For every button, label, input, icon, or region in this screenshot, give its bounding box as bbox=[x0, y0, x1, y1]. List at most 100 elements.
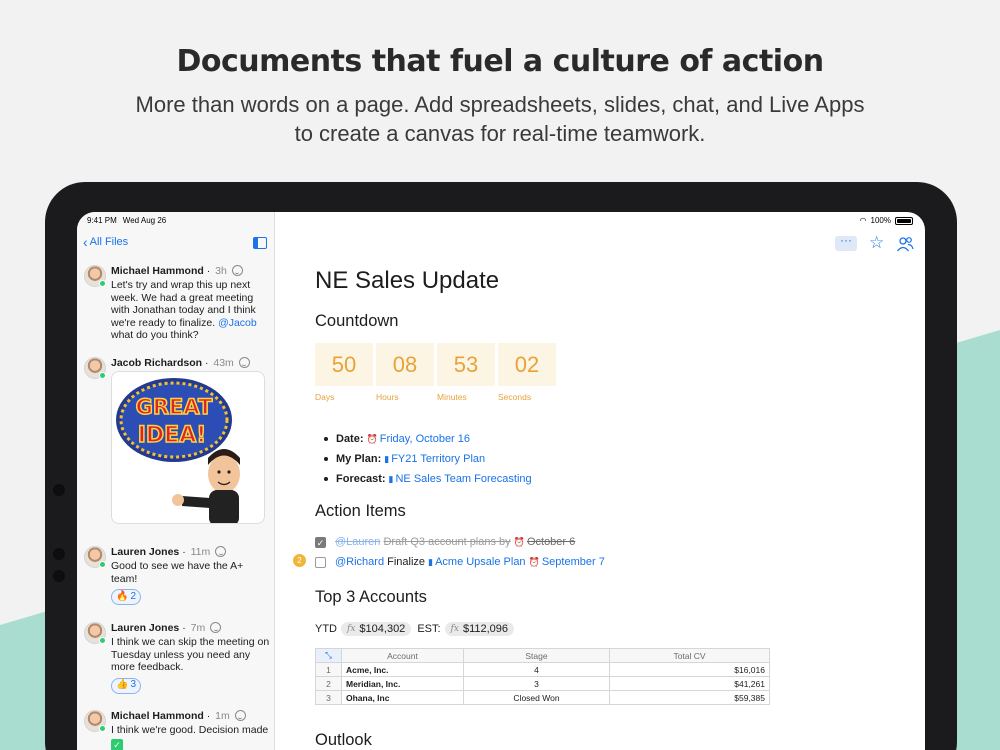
countdown-value: 02 bbox=[498, 343, 556, 386]
table-cell[interactable]: $16,016 bbox=[609, 662, 770, 677]
column-header[interactable]: Stage bbox=[463, 648, 610, 663]
reaction-count: 3 bbox=[130, 679, 137, 691]
app-screen: 9:41 PM Wed Aug 26 ‹ All Files Michael Ha… bbox=[77, 212, 925, 750]
share-people-icon[interactable] bbox=[896, 236, 914, 252]
add-reaction-icon[interactable] bbox=[210, 622, 222, 633]
calendar-icon: ⏰ bbox=[513, 536, 525, 547]
avatar[interactable] bbox=[84, 357, 106, 379]
battery-icon bbox=[895, 216, 913, 225]
mention-link[interactable]: @Lauren bbox=[335, 536, 380, 548]
message-time: 1m bbox=[215, 710, 230, 722]
row-number[interactable]: 1 bbox=[315, 662, 342, 677]
action-text: Draft Q3 account plans by bbox=[383, 536, 511, 548]
row-number[interactable]: 2 bbox=[315, 676, 342, 691]
table-cell[interactable]: $41,261 bbox=[609, 676, 770, 691]
est-label: EST: bbox=[417, 623, 441, 635]
checklist-item: ✓ @Lauren Draft Q3 account plans by ⏰ Oct… bbox=[315, 536, 575, 548]
status-bar-right: ◠ 100% bbox=[860, 216, 913, 225]
message-text: I think we're good. Decision made ✓ bbox=[111, 724, 271, 750]
table-row: 1 Acme, Inc. 4 $16,016 bbox=[315, 662, 770, 677]
countdown-hours: 08 Hours bbox=[376, 343, 434, 402]
ytd-label: YTD bbox=[315, 623, 337, 635]
row-number[interactable]: 3 bbox=[315, 690, 342, 705]
expand-icon[interactable]: ⤡ bbox=[315, 648, 342, 663]
reaction-pill[interactable]: 👍 3 bbox=[111, 677, 142, 694]
bullet-label: My Plan: bbox=[336, 453, 382, 465]
ytd-row: YTD fx $104,302 EST: fx $112,096 bbox=[315, 622, 520, 636]
comment-count-badge[interactable]: 2 bbox=[293, 554, 306, 567]
message-time: 3h bbox=[215, 265, 227, 277]
message-text: Let's try and wrap this up next week. We… bbox=[111, 279, 271, 342]
plan-link[interactable]: FY21 Territory Plan bbox=[391, 449, 485, 469]
countdown-value: 08 bbox=[376, 343, 434, 386]
formula-pill[interactable]: fx $104,302 bbox=[341, 622, 412, 636]
reaction-pill[interactable]: 🔥 2 bbox=[111, 589, 142, 605]
sidebar-toggle-icon[interactable] bbox=[253, 237, 267, 249]
sticker-text-great: GREAT bbox=[136, 395, 213, 419]
chat-message: Jacob Richardson · 43m GREAT IDEA! bbox=[77, 357, 275, 532]
mention-link[interactable]: @Richard bbox=[335, 556, 384, 568]
checkbox-unchecked[interactable] bbox=[315, 556, 326, 568]
table-cell[interactable]: 4 bbox=[463, 662, 610, 677]
mention-link[interactable]: @Jacob bbox=[218, 317, 257, 329]
table-header-row: ⤡ Account Stage Total CV bbox=[315, 648, 770, 663]
countdown-value: 50 bbox=[315, 343, 373, 386]
table-cell[interactable]: 3 bbox=[463, 676, 610, 691]
countdown-seconds: 02 Seconds bbox=[498, 343, 556, 402]
marketing-subhead: More than words on a page. Add spreadshe… bbox=[135, 92, 865, 146]
check-mark-icon: ✓ bbox=[111, 738, 123, 750]
add-reaction-icon[interactable] bbox=[231, 265, 243, 276]
status-bar-left: 9:41 PM Wed Aug 26 bbox=[87, 216, 166, 225]
document-icon: ▮ bbox=[388, 474, 394, 484]
table-cell[interactable]: Meridian, Inc. bbox=[341, 676, 464, 691]
avatar[interactable] bbox=[84, 710, 106, 732]
chat-message: Michael Hammond · 3h Let's try and wrap … bbox=[77, 265, 275, 345]
table-cell[interactable]: Closed Won bbox=[463, 690, 610, 705]
sticker-image[interactable]: GREAT IDEA! bbox=[111, 371, 265, 524]
message-text: I think we can skip the meeting on Tuesd… bbox=[111, 636, 271, 694]
list-item: Date: ⏰ Friday, October 16 bbox=[324, 429, 532, 449]
online-indicator bbox=[99, 280, 106, 287]
more-options-button[interactable]: ··· bbox=[835, 234, 857, 251]
message-time: 43m bbox=[213, 357, 234, 369]
avatar[interactable] bbox=[84, 622, 106, 644]
status-time: 9:41 PM bbox=[87, 216, 117, 225]
countdown-live-app[interactable]: 50 Days 08 Hours 53 Minutes 02 Seconds bbox=[315, 343, 556, 402]
online-indicator bbox=[99, 725, 106, 732]
star-icon[interactable]: ☆ bbox=[869, 234, 884, 252]
table-cell[interactable]: $59,385 bbox=[609, 690, 770, 705]
table-cell[interactable]: Acme, Inc. bbox=[341, 662, 464, 677]
all-files-back-button[interactable]: ‹ All Files bbox=[83, 235, 128, 249]
formula-pill[interactable]: fx $112,096 bbox=[444, 622, 515, 636]
countdown-label: Seconds bbox=[498, 392, 532, 402]
message-time: 7m bbox=[190, 622, 206, 634]
thumbs-up-icon: 👍 bbox=[116, 679, 129, 691]
avatar[interactable] bbox=[84, 265, 106, 287]
forecast-link[interactable]: NE Sales Team Forecasting bbox=[395, 469, 531, 489]
chat-sidebar: 9:41 PM Wed Aug 26 ‹ All Files Michael Ha… bbox=[77, 212, 275, 750]
due-date[interactable]: October 6 bbox=[527, 536, 575, 548]
table-cell[interactable]: Ohana, Inc bbox=[341, 690, 464, 705]
message-body: I think we can skip the meeting on Tuesd… bbox=[111, 636, 270, 673]
document-icon: ▮ bbox=[384, 454, 390, 464]
add-reaction-icon[interactable] bbox=[215, 546, 227, 557]
document-title[interactable]: NE Sales Update bbox=[315, 267, 499, 295]
document-pane: ◠ 100% ··· ☆ NE Sales Update Countdown 5… bbox=[276, 212, 925, 750]
add-reaction-icon[interactable] bbox=[238, 357, 250, 368]
formula-icon: fx bbox=[347, 624, 356, 634]
column-header[interactable]: Account bbox=[341, 648, 464, 663]
add-reaction-icon[interactable] bbox=[234, 710, 246, 721]
avatar[interactable] bbox=[84, 546, 106, 568]
due-date[interactable]: September 7 bbox=[542, 556, 605, 568]
message-author: Lauren Jones bbox=[111, 546, 180, 558]
action-items-heading: Action Items bbox=[315, 502, 406, 520]
embedded-spreadsheet[interactable]: ⤡ Account Stage Total CV 1 Acme, Inc. 4 … bbox=[315, 648, 770, 705]
message-author: Lauren Jones bbox=[111, 622, 180, 634]
message-text: Good to see we have the A+ team! 🔥 2 bbox=[111, 560, 271, 605]
date-link[interactable]: Friday, October 16 bbox=[380, 429, 470, 449]
doc-link[interactable]: Acme Upsale Plan bbox=[435, 556, 526, 568]
column-header[interactable]: Total CV bbox=[609, 648, 770, 663]
table-row: 3 Ohana, Inc Closed Won $59,385 bbox=[315, 690, 770, 705]
checkbox-checked[interactable]: ✓ bbox=[315, 536, 326, 548]
message-body-tail: what do you think? bbox=[111, 329, 199, 341]
